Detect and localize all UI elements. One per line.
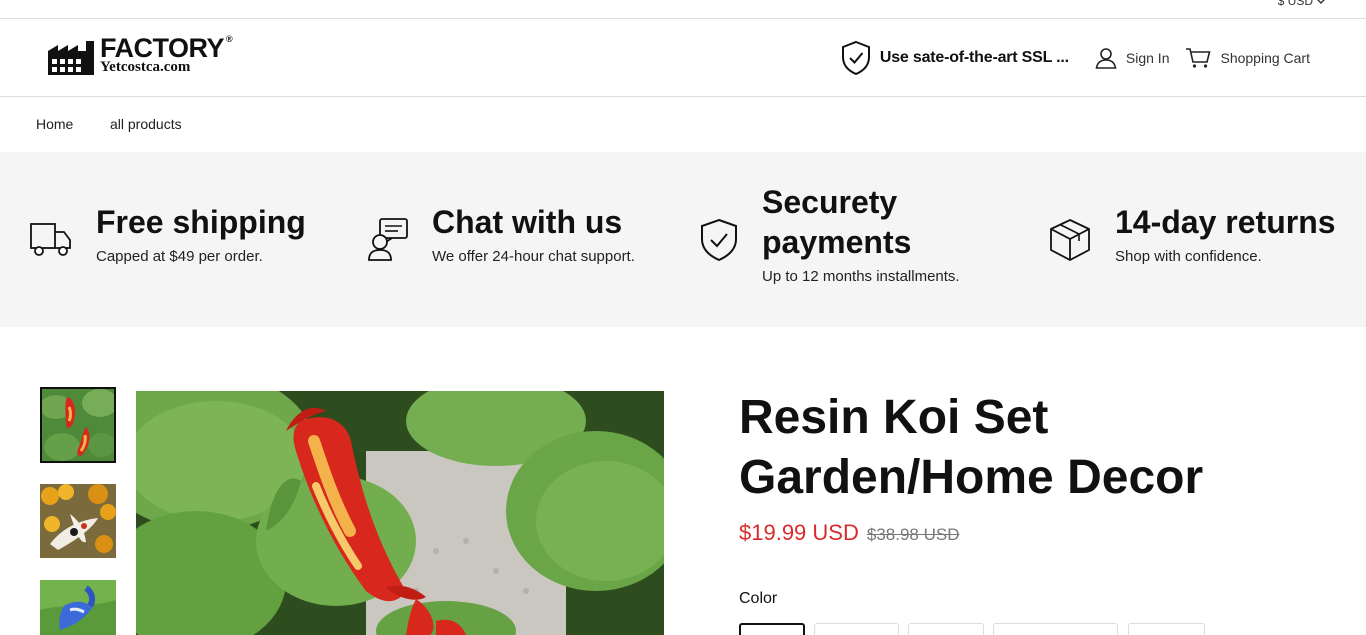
box-icon bbox=[1050, 219, 1090, 262]
factory-icon bbox=[48, 41, 94, 75]
color-option[interactable] bbox=[993, 623, 1118, 635]
sign-in-label: Sign In bbox=[1125, 50, 1170, 66]
original-price: $38.98 USD bbox=[866, 525, 960, 544]
sign-in-link[interactable]: Sign In bbox=[1095, 47, 1170, 69]
feature-title: Securety payments bbox=[762, 184, 912, 260]
feature-free-shipping: Free shipping Capped at $49 per order. bbox=[96, 202, 306, 265]
site-header: FACTORY ® Yetcostca.com Use sate-of-the-… bbox=[0, 19, 1366, 97]
price-row: $19.99 USD $38.98 USD bbox=[739, 520, 959, 546]
currency-label: $ USD bbox=[1277, 0, 1313, 8]
shield-check-icon bbox=[701, 218, 737, 262]
feature-chat: Chat with us We offer 24-hour chat suppo… bbox=[432, 202, 635, 265]
cart-icon bbox=[1186, 48, 1212, 68]
chat-support-icon bbox=[368, 218, 408, 261]
feature-returns: 14-day returns Shop with confidence. bbox=[1115, 202, 1336, 265]
chevron-down-icon bbox=[1317, 0, 1325, 4]
feature-description: Up to 12 months installments. bbox=[762, 268, 960, 285]
feature-description: Capped at $49 per order. bbox=[96, 248, 263, 265]
breadcrumb-nav: Home all products bbox=[0, 97, 1366, 152]
nav-item-all-products[interactable]: all products bbox=[110, 116, 182, 132]
top-bar: $ USD bbox=[0, 0, 1366, 19]
ssl-text: Use sate-of-the-art SSL ... bbox=[879, 49, 1069, 66]
thumbnail-image bbox=[40, 484, 116, 558]
thumbnail-image bbox=[40, 580, 116, 635]
header-actions: Use sate-of-the-art SSL ... Sign In Shop… bbox=[840, 39, 1310, 77]
logo-domain: Yetcostca.com bbox=[100, 59, 191, 75]
color-option[interactable] bbox=[908, 623, 984, 635]
color-option[interactable] bbox=[1128, 623, 1205, 635]
feature-title: Chat with us bbox=[432, 204, 623, 240]
feature-secure-payments: Securety payments Up to 12 months instal… bbox=[762, 182, 992, 285]
color-option[interactable] bbox=[814, 623, 899, 635]
feature-description: Shop with confidence. bbox=[1115, 248, 1262, 265]
product-main-image[interactable] bbox=[136, 391, 664, 635]
nav-item-home[interactable]: Home bbox=[36, 116, 73, 132]
product-title-line-1: Resin Koi Set bbox=[739, 391, 1049, 444]
product-thumbnail[interactable] bbox=[40, 580, 116, 635]
product-thumbnail[interactable] bbox=[40, 387, 116, 463]
features-bar: Free shipping Capped at $49 per order. C… bbox=[0, 152, 1366, 327]
user-icon bbox=[1095, 48, 1117, 69]
color-option-label: Color bbox=[739, 590, 778, 607]
color-option[interactable] bbox=[739, 623, 805, 635]
thumbnail-image bbox=[42, 389, 114, 461]
shopping-cart-link[interactable]: Shopping Cart bbox=[1185, 47, 1310, 69]
logo-registered-mark: ® bbox=[226, 34, 233, 44]
feature-title: 14-day returns bbox=[1115, 204, 1336, 240]
shield-check-icon bbox=[841, 40, 870, 76]
feature-title: Free shipping bbox=[96, 204, 306, 240]
site-logo[interactable]: FACTORY ® Yetcostca.com bbox=[46, 33, 246, 79]
sale-price: $19.99 USD bbox=[739, 520, 859, 545]
product-title: Resin Koi Set Garden/Home Decor bbox=[739, 388, 1339, 508]
koi-photo bbox=[136, 391, 664, 635]
product-thumbnail[interactable] bbox=[40, 484, 116, 560]
shopping-cart-label: Shopping Cart bbox=[1220, 50, 1310, 66]
truck-icon bbox=[30, 223, 71, 256]
product-title-line-2: Garden/Home Decor bbox=[739, 451, 1204, 504]
ssl-notice: Use sate-of-the-art SSL ... bbox=[840, 40, 1069, 76]
currency-selector[interactable]: $ USD bbox=[1278, 0, 1326, 8]
feature-description: We offer 24-hour chat support. bbox=[432, 248, 635, 265]
